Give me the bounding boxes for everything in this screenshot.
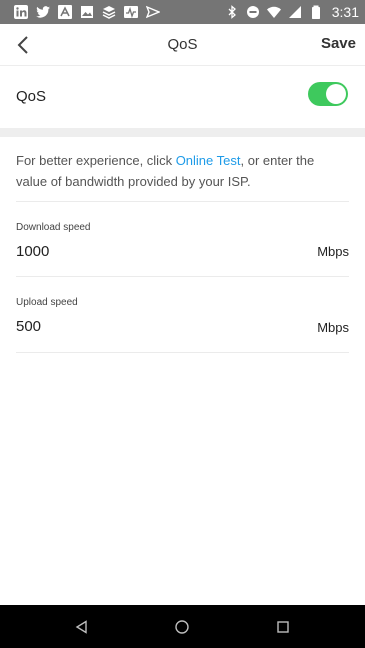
bandwidth-hint: For better experience, click Online Test… — [16, 150, 336, 192]
nav-back-button[interactable] — [72, 617, 92, 637]
circle-home-icon — [175, 620, 189, 634]
online-test-link[interactable]: Online Test — [176, 153, 241, 168]
download-speed-label: Download speed — [16, 222, 91, 233]
battery-icon — [311, 5, 320, 19]
clock: 3:31 — [331, 4, 359, 20]
separator — [16, 276, 349, 277]
upload-speed-input[interactable] — [16, 315, 256, 337]
section-divider — [0, 128, 365, 137]
signal-icon — [288, 6, 301, 18]
bluetooth-icon — [228, 5, 236, 19]
qos-label: QoS — [16, 88, 47, 105]
save-button[interactable]: Save — [321, 35, 356, 52]
hint-prefix: For better experience, click — [16, 153, 176, 168]
status-bar: 3:31 — [0, 0, 365, 24]
system-navigation-bar — [0, 605, 365, 648]
qos-toggle[interactable] — [308, 82, 348, 106]
page-title: QoS — [167, 36, 198, 53]
activity-icon — [124, 6, 138, 19]
toggle-knob — [326, 84, 346, 104]
qos-settings-screen: 3:31 QoS Save QoS For better experience,… — [0, 0, 365, 648]
square-recents-icon — [277, 621, 289, 633]
separator — [16, 201, 349, 202]
dnd-icon — [246, 6, 259, 18]
separator — [16, 352, 349, 353]
notification-icons — [14, 5, 160, 19]
layers-icon — [102, 6, 116, 19]
upload-speed-unit: Mbps — [317, 320, 349, 335]
upload-speed-label: Upload speed — [16, 297, 78, 308]
system-icons: 3:31 — [225, 4, 359, 20]
app-bar: QoS Save — [0, 24, 365, 66]
send-icon — [146, 5, 160, 19]
image-icon — [81, 6, 93, 18]
nav-home-button[interactable] — [172, 617, 192, 637]
linkedin-icon — [14, 5, 28, 19]
nav-recents-button[interactable] — [273, 617, 293, 637]
download-speed-input[interactable] — [16, 240, 256, 262]
download-speed-unit: Mbps — [317, 244, 349, 259]
app-icon — [58, 5, 72, 19]
wifi-icon — [266, 6, 281, 18]
qos-toggle-row: QoS — [0, 66, 365, 128]
twitter-icon — [36, 6, 50, 18]
triangle-back-icon — [75, 620, 87, 634]
